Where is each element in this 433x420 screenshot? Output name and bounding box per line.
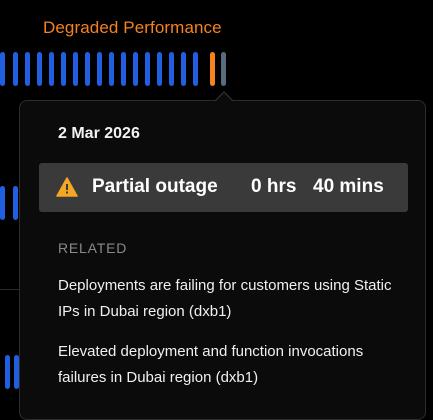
outage-type-label: Partial outage	[92, 176, 218, 197]
uptime-tooltip: 2 Mar 2026 Partial outage 0 hrs 40 mins …	[19, 100, 426, 420]
uptime-day-bar[interactable]	[49, 52, 54, 86]
related-incident-link[interactable]: Elevated deployment and function invocat…	[58, 339, 403, 391]
uptime-day-bar-degraded[interactable]	[210, 52, 215, 86]
uptime-day-bar[interactable]	[0, 52, 5, 86]
uptime-day-bar-no-data[interactable]	[221, 52, 226, 86]
uptime-bar-row	[0, 52, 433, 86]
uptime-day-bar[interactable]	[73, 52, 78, 86]
tooltip-caret-fill	[215, 93, 233, 102]
outage-summary: Partial outage 0 hrs 40 mins	[39, 163, 408, 212]
status-title: Degraded Performance	[43, 18, 222, 37]
warning-icon	[56, 177, 78, 197]
uptime-day-bar[interactable]	[157, 52, 162, 86]
related-incident-link[interactable]: Deployments are failing for customers us…	[58, 273, 403, 325]
outage-duration-minutes: 40 mins	[313, 176, 384, 197]
tooltip-date: 2 Mar 2026	[58, 125, 140, 142]
uptime-day-bar[interactable]	[109, 52, 114, 86]
uptime-day-bar[interactable]	[85, 52, 90, 86]
uptime-day-bar[interactable]	[25, 52, 30, 86]
outage-duration-hours: 0 hrs	[251, 176, 297, 197]
uptime-day-bar[interactable]	[37, 52, 42, 86]
uptime-day-bar	[5, 355, 10, 389]
uptime-day-bar[interactable]	[13, 52, 18, 86]
uptime-day-bar[interactable]	[181, 52, 186, 86]
uptime-day-bar[interactable]	[97, 52, 102, 86]
uptime-day-bar[interactable]	[145, 52, 150, 86]
uptime-day-bar[interactable]	[121, 52, 126, 86]
uptime-day-bar[interactable]	[193, 52, 198, 86]
uptime-day-bar	[13, 186, 18, 220]
uptime-day-bar[interactable]	[133, 52, 138, 86]
uptime-day-bar[interactable]	[169, 52, 174, 86]
related-heading: RELATED	[58, 240, 128, 256]
uptime-day-bar	[0, 186, 5, 220]
uptime-day-bar[interactable]	[61, 52, 66, 86]
